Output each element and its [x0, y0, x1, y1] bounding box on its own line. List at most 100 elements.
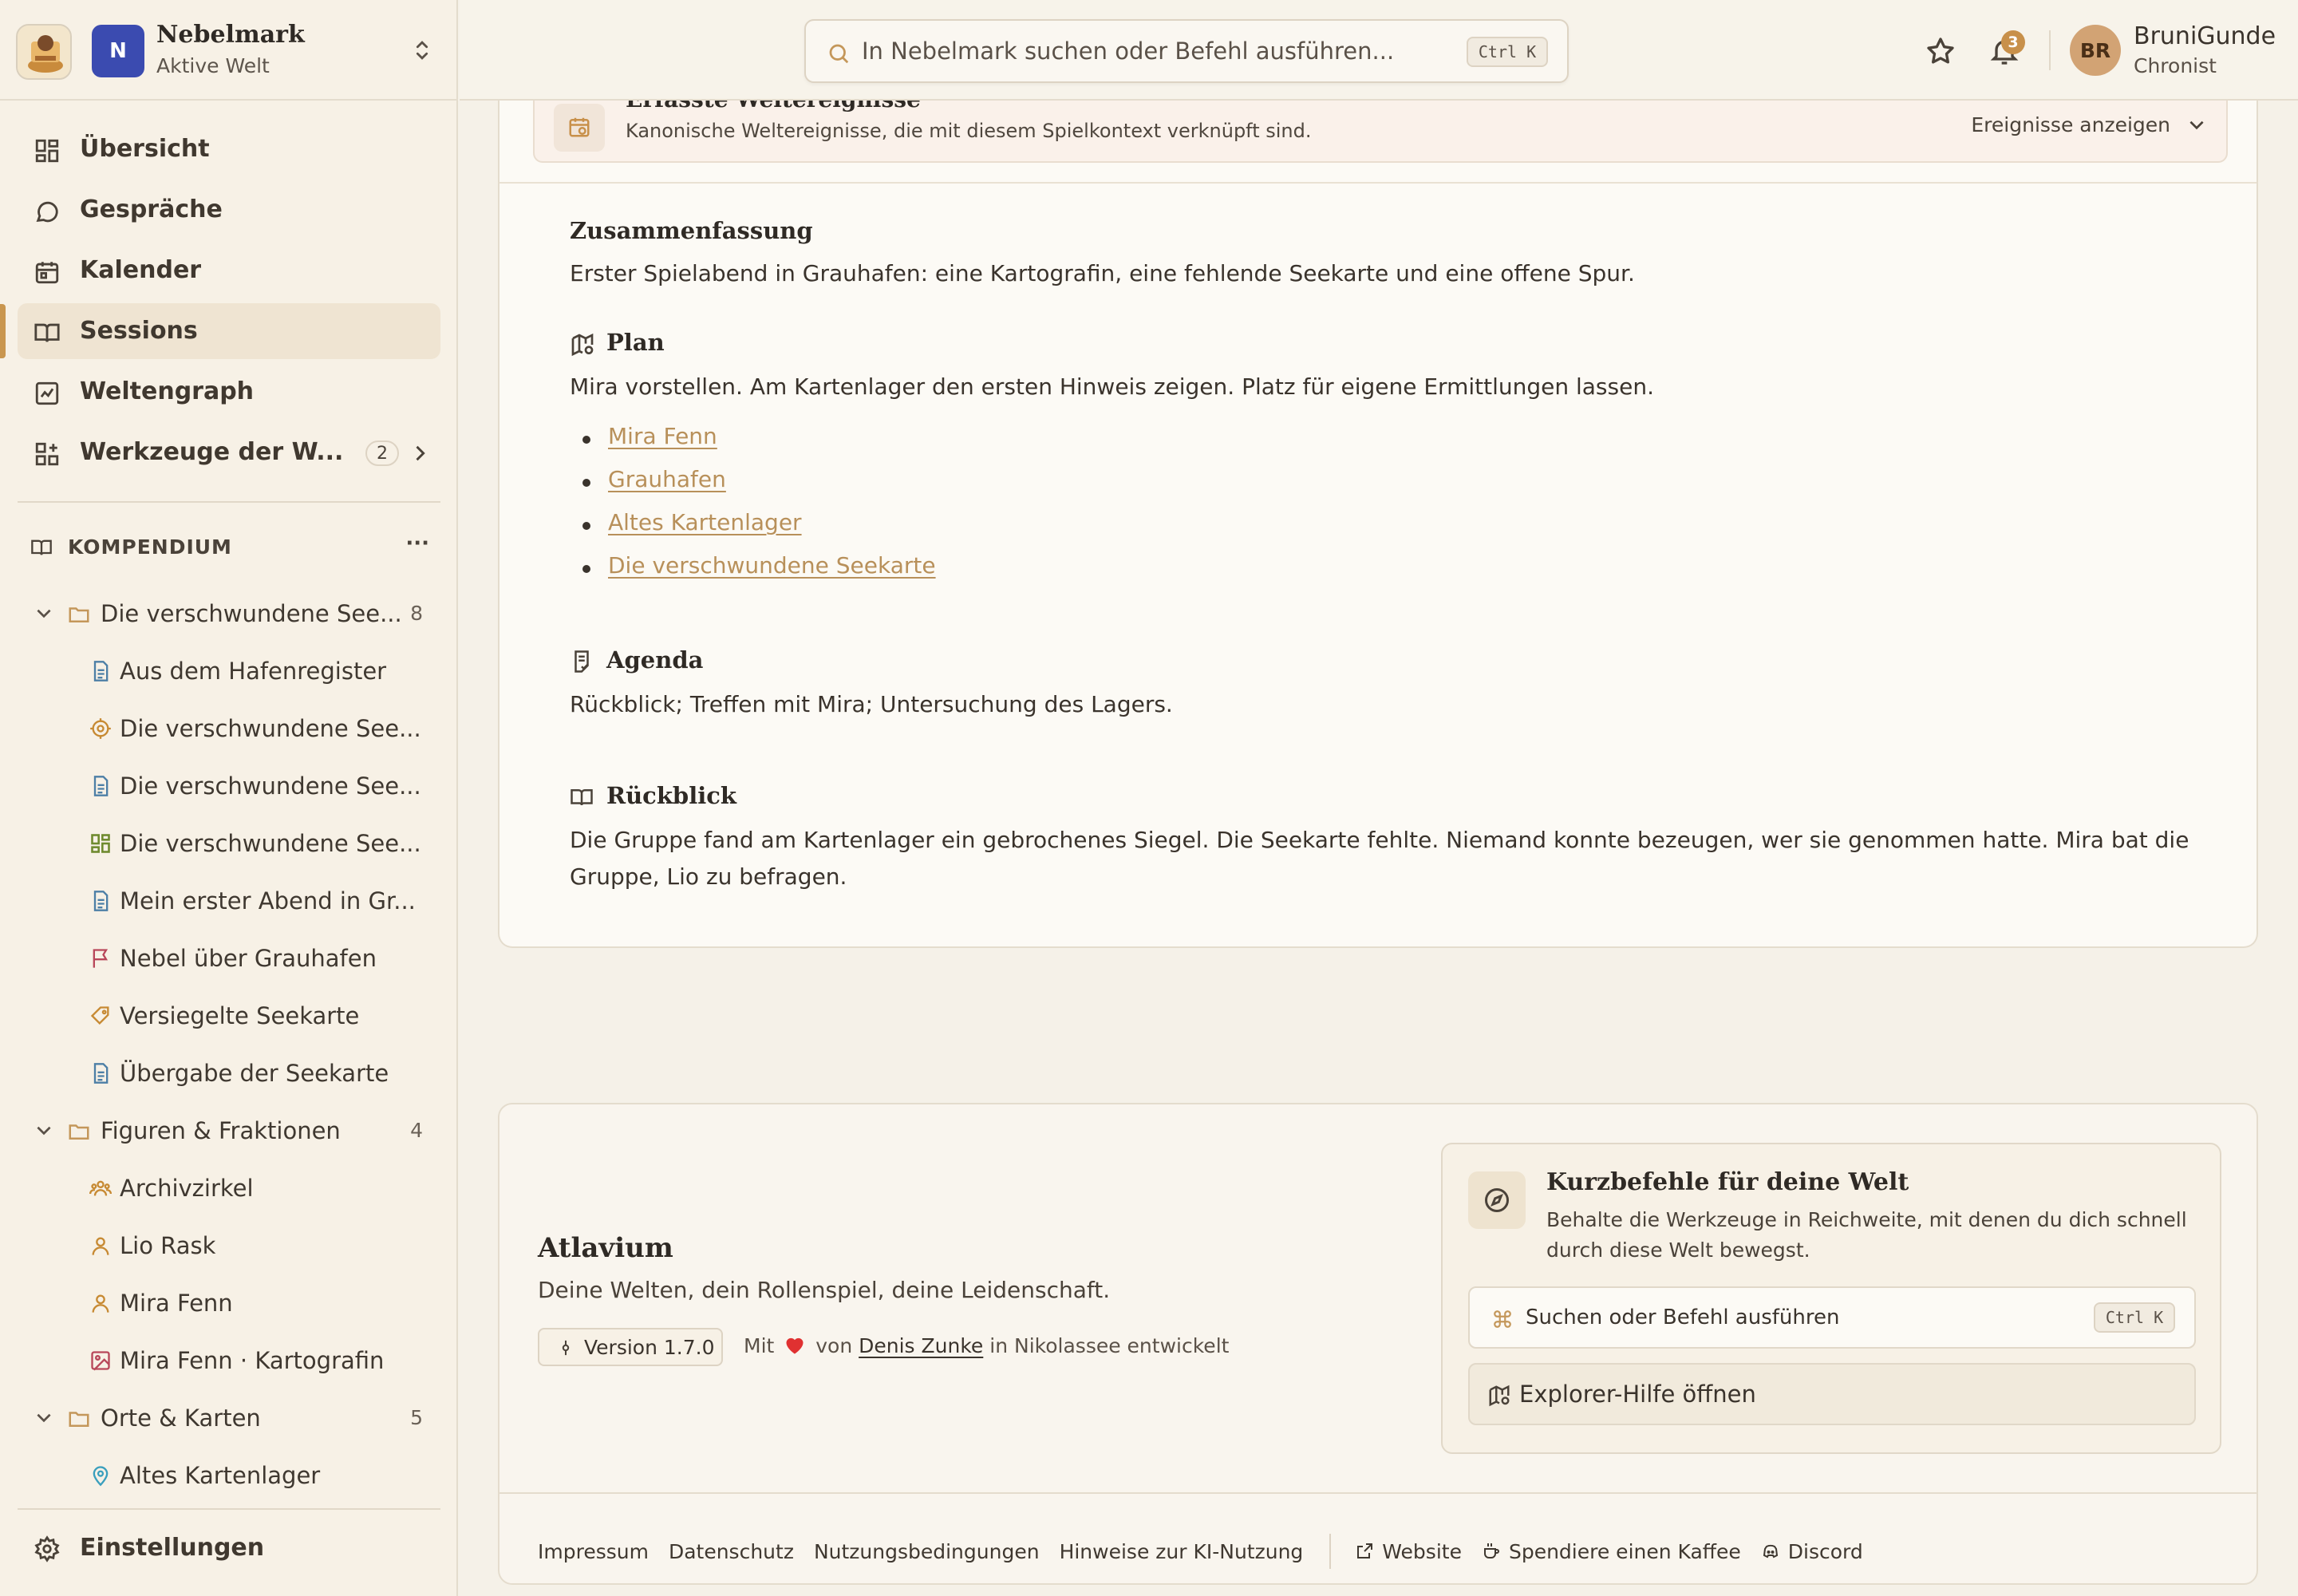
app-logo[interactable]	[16, 24, 72, 80]
plan-text: Mira vorstellen. Am Kartenlager den erst…	[570, 373, 1654, 400]
topbar-separator	[2049, 30, 2051, 70]
shortcuts-icon-box	[1468, 1171, 1526, 1229]
plan-link[interactable]: Mira Fenn	[608, 423, 717, 449]
show-events-label: Ereignisse anzeigen	[1971, 113, 2170, 136]
footer-link-imprint[interactable]: Impressum	[538, 1540, 649, 1563]
star-icon[interactable]	[1925, 35, 1956, 67]
session-card: Erfasste Weltereignisse Kanonische Welte…	[498, 101, 2258, 948]
folder-row[interactable]: Die verschwundene See... 8	[18, 591, 440, 635]
tree-item-label: Archivzirkel	[120, 1175, 254, 1202]
footer-link-privacy[interactable]: Datenschutz	[669, 1540, 794, 1563]
recap-heading: Rückblick	[606, 782, 736, 809]
nav-item-overview[interactable]: Übersicht	[18, 121, 440, 177]
footer-link-website[interactable]: Website	[1355, 1540, 1462, 1563]
folder-label: Orte & Karten	[101, 1404, 261, 1432]
plan-link[interactable]: Die verschwundene Seekarte	[608, 552, 936, 579]
version-text: Version 1.7.0	[584, 1336, 715, 1359]
explorer-help-label: Explorer-Hilfe öffnen	[1519, 1381, 1756, 1408]
tree-item[interactable]: Lio Rask	[18, 1223, 440, 1267]
agenda-heading: Agenda	[606, 646, 704, 674]
folder-row[interactable]: Orte & Karten 5	[18, 1395, 440, 1440]
tree-item-label: Mein erster Abend in Gr...	[120, 887, 416, 915]
plan-link[interactable]: Altes Kartenlager	[608, 509, 802, 535]
footer-link-terms[interactable]: Nutzungsbedingungen	[814, 1540, 1040, 1563]
nav-item-worldgraph[interactable]: Weltengraph	[18, 364, 440, 420]
checklist-icon	[574, 650, 589, 673]
notification-badge: 3	[2001, 30, 2025, 54]
footer-link-ai-notes[interactable]: Hinweise zur KI-Nutzung	[1060, 1540, 1304, 1563]
nav-label: Werkzeuge der W...	[80, 438, 344, 466]
search-input[interactable]	[862, 34, 1420, 69]
app-footer: Atlavium Deine Welten, dein Rollenspiel,…	[498, 1103, 2258, 1585]
shortcuts-subtitle: Behalte die Werkzeuge in Reichweite, mit…	[1546, 1208, 2187, 1262]
search-command-label: Suchen oder Befehl ausführen	[1526, 1306, 1840, 1329]
tree-item[interactable]: Versiegelte Seekarte	[18, 993, 440, 1037]
user-role: Chronist	[2134, 54, 2217, 77]
tree-item[interactable]: Archivzirkel	[18, 1165, 440, 1210]
folder-label: Figuren & Fraktionen	[101, 1117, 341, 1144]
image-icon	[91, 1351, 110, 1371]
workspace-switcher[interactable]: N Nebelmark Aktive Welt	[0, 0, 458, 101]
avatar[interactable]: BR	[2070, 25, 2121, 76]
search-command-button[interactable]: Suchen oder Befehl ausführen Ctrl K	[1468, 1286, 2196, 1349]
book-icon	[571, 789, 593, 806]
compendium-title: KOMPENDIUM	[68, 535, 232, 559]
tree-item[interactable]: Die verschwundene See...	[18, 820, 440, 865]
nav-item-world-tools[interactable]: Werkzeuge der W... 2	[18, 425, 440, 480]
global-search[interactable]: Ctrl K	[804, 19, 1569, 83]
chevron-updown-icon[interactable]	[409, 37, 436, 64]
compendium-more-button[interactable]: ···	[405, 531, 429, 555]
tree-item-label: Die verschwundene See...	[120, 830, 421, 857]
tree-item-label: Aus dem Hafenregister	[120, 658, 387, 685]
nav-item-sessions[interactable]: Sessions	[18, 303, 440, 359]
tree-item[interactable]: Die verschwundene See...	[18, 705, 440, 750]
list-bullet	[582, 479, 590, 487]
nav-item-calendar[interactable]: Kalender	[18, 243, 440, 298]
discord-icon	[1763, 1544, 1778, 1558]
folder-icon	[69, 607, 89, 622]
nav-label: Weltengraph	[80, 377, 255, 405]
show-events-button[interactable]: Ereignisse anzeigen	[1971, 109, 2207, 140]
events-icon-box	[554, 104, 605, 152]
chevron-down-icon[interactable]	[34, 1120, 54, 1140]
tree-item[interactable]: Mira Fenn	[18, 1280, 440, 1325]
world-events-title: Erfasste Weltereignisse	[626, 101, 921, 113]
footer-link-label: Discord	[1787, 1539, 1863, 1563]
grid-icon	[91, 834, 110, 853]
plan-link[interactable]: Grauhafen	[608, 466, 726, 492]
tree-item[interactable]: Übergabe der Seekarte	[18, 1050, 440, 1095]
user-name[interactable]: BruniGunde	[2134, 22, 2276, 50]
footer-link-discord[interactable]: Discord	[1761, 1540, 1863, 1563]
made-with-credit: Mit von Denis Zunke in Nikolassee entwic…	[744, 1334, 1229, 1357]
tree-item-label: Die verschwundene See...	[120, 772, 421, 800]
author-link[interactable]: Denis Zunke	[859, 1334, 983, 1357]
chevron-down-icon[interactable]	[34, 1407, 54, 1428]
footer-link-coffee[interactable]: Spendiere einen Kaffee	[1482, 1540, 1741, 1563]
footer-brand: Atlavium	[538, 1232, 673, 1264]
recap-line-2: Gruppe, Lio zu befragen.	[570, 863, 847, 890]
settings-button[interactable]: Einstellungen	[18, 1524, 440, 1572]
world-events-subtitle: Kanonische Weltereignisse, die mit diese…	[626, 120, 1312, 142]
tree-item[interactable]: Mein erster Abend in Gr...	[18, 878, 440, 922]
folder-row[interactable]: Figuren & Fraktionen 4	[18, 1108, 440, 1152]
tree-item-label: Versiegelte Seekarte	[120, 1002, 360, 1029]
chevron-right-icon[interactable]	[409, 442, 431, 464]
footer-links: Impressum Datenschutz Nutzungsbedingunge…	[538, 1534, 1883, 1569]
tree-item[interactable]: Aus dem Hafenregister	[18, 648, 440, 693]
tree-item-label: Nebel über Grauhafen	[120, 945, 377, 972]
chevron-down-icon[interactable]	[34, 602, 54, 623]
document-icon	[93, 891, 109, 911]
tree-item[interactable]: Die verschwundene See...	[18, 763, 440, 808]
footer-divider	[499, 1492, 2257, 1494]
explorer-help-button[interactable]: Explorer-Hilfe öffnen	[1468, 1363, 2196, 1425]
tree-item[interactable]: Altes Kartenlager	[18, 1452, 440, 1497]
heart-icon	[786, 1337, 804, 1354]
tree-item[interactable]: Nebel über Grauhafen	[18, 935, 440, 980]
person-icon	[92, 1237, 109, 1255]
coffee-icon	[1483, 1543, 1499, 1558]
nav-item-conversations[interactable]: Gespräche	[18, 182, 440, 238]
tree-item[interactable]: Mira Fenn · Kartografin	[18, 1337, 440, 1382]
calendar-icon	[35, 262, 59, 284]
document-icon	[93, 1063, 109, 1084]
tree-item-label: Lio Rask	[120, 1232, 216, 1259]
